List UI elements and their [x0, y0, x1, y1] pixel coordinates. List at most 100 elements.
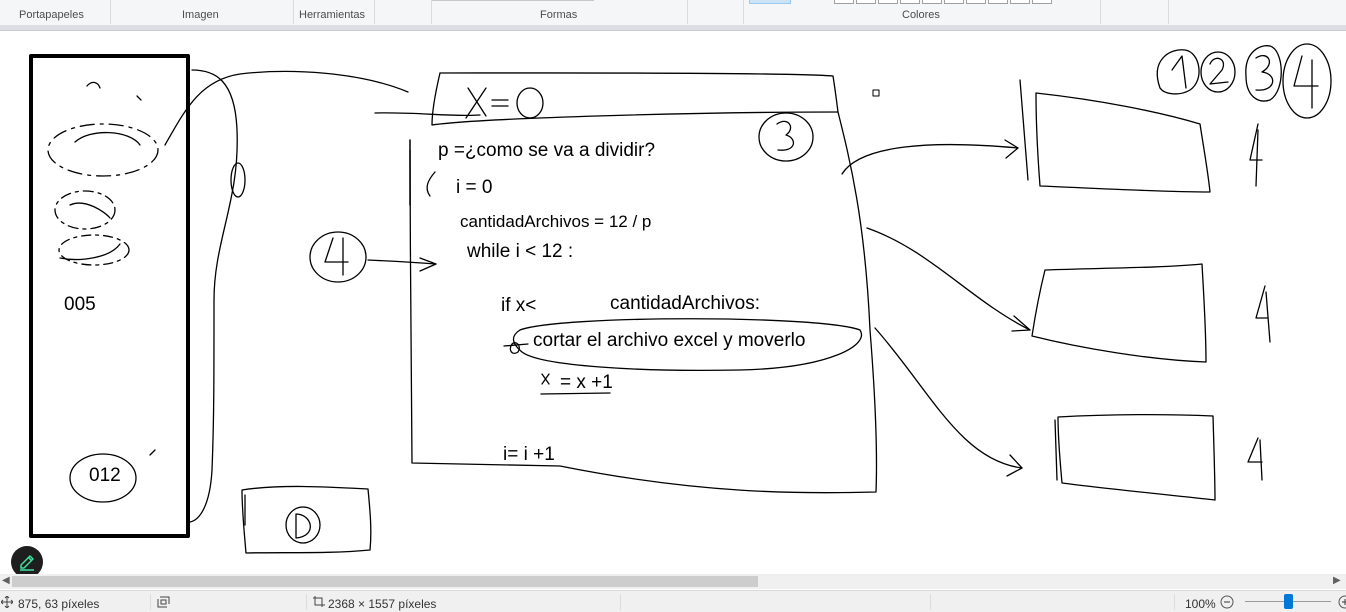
ribbon-divider [431, 0, 432, 24]
circled-number [1245, 45, 1282, 102]
small-square [872, 89, 880, 97]
drawing-canvas[interactable]: 005 012 p =¿como se va a dividir? i = 0 … [0, 31, 1346, 574]
circled-number [758, 112, 814, 162]
status-bar: 875, 63 píxeles 2368 × 1557 píxeles 100% [0, 590, 1346, 612]
color-swatch[interactable] [944, 0, 964, 4]
ribbon-group-shapes[interactable]: Formas [540, 9, 577, 21]
label-012: 012 [89, 465, 121, 486]
scribble [426, 171, 436, 197]
program-box-header [431, 72, 839, 126]
output-box-3 [1057, 413, 1216, 501]
circled-letter [285, 506, 321, 544]
scrollbar-thumb[interactable] [12, 576, 758, 587]
color-swatch[interactable] [834, 0, 854, 4]
scribble [149, 449, 156, 456]
arrow-head [1004, 139, 1019, 159]
color-swatch[interactable] [966, 0, 986, 4]
handwritten-x [465, 87, 487, 119]
handwritten-3 [1255, 55, 1274, 91]
zoom-out-icon[interactable] [1220, 595, 1234, 609]
color-swatch[interactable] [1032, 0, 1052, 4]
status-divider [1174, 594, 1175, 610]
scribble [69, 202, 111, 219]
ribbon: Portapapeles Imagen Herramientas Formas … [0, 0, 1346, 26]
arrow-line [841, 143, 1019, 175]
color-swatch[interactable] [988, 0, 1008, 4]
image-size: 2368 × 1557 píxeles [328, 597, 437, 611]
selected-color-button[interactable] [749, 0, 791, 4]
status-divider [150, 594, 151, 610]
code-line-x-increment: = x +1 [560, 372, 613, 393]
handwritten-4 [1247, 437, 1263, 481]
connector-curve [189, 69, 238, 523]
ribbon-divider [1100, 0, 1101, 24]
handwritten-4 [1255, 285, 1271, 343]
handwritten-equals [491, 99, 509, 107]
output-box-2 [1031, 263, 1207, 363]
shapes-gallery-edge [432, 0, 594, 1]
ribbon-divider [374, 0, 375, 24]
arrow-line [874, 327, 1023, 469]
connector-curve [164, 70, 409, 146]
status-divider [930, 594, 931, 610]
color-swatch[interactable] [856, 0, 876, 4]
connector-line [374, 112, 481, 117]
scroll-left-icon[interactable]: ◀ [2, 575, 10, 586]
code-line-i0: i = 0 [456, 177, 493, 198]
scribble [503, 342, 529, 354]
color-swatch[interactable] [922, 0, 942, 4]
ribbon-divider [293, 0, 294, 24]
code-line-if-condition: cantidadArchivos: [610, 293, 760, 314]
selection-size-icon [157, 596, 170, 608]
scribble-ellipse [54, 190, 116, 230]
handwritten-3 [776, 120, 794, 151]
ribbon-divider [110, 0, 111, 24]
program-box [409, 72, 878, 494]
handwritten-1 [1171, 55, 1187, 89]
image-size-icon [313, 596, 325, 607]
ribbon-group-tools[interactable]: Herramientas [299, 9, 365, 21]
scribble-ellipse [58, 234, 130, 266]
handwritten-4 [1249, 123, 1263, 187]
handwritten-zero [516, 87, 544, 119]
zoom-slider-thumb[interactable] [1284, 594, 1293, 609]
code-line-i-increment: i= i +1 [503, 444, 555, 465]
label-005: 005 [64, 294, 96, 315]
zoom-in-icon[interactable] [1338, 595, 1346, 609]
code-line-p: p =¿como se va a dividir? [438, 140, 656, 161]
ribbon-group-clipboard[interactable]: Portapapeles [19, 9, 84, 21]
ribbon-group-image[interactable]: Imagen [182, 9, 219, 21]
left-box [29, 54, 190, 538]
circled-number [309, 231, 367, 283]
ribbon-divider [1168, 0, 1169, 24]
circled-number [1156, 49, 1200, 95]
status-divider [306, 594, 307, 610]
ribbon-divider [743, 0, 744, 24]
scribble [86, 81, 101, 89]
crossed-x [541, 373, 550, 385]
handwritten-d [295, 513, 311, 539]
horizontal-scrollbar[interactable]: ◀ ▶ [0, 574, 1346, 589]
ribbon-group-colors[interactable]: Colores [902, 9, 940, 21]
color-swatch[interactable] [878, 0, 898, 4]
scribble-ellipse [230, 162, 246, 198]
output-box-1 [1035, 92, 1211, 193]
code-line-while: while i < 12 : [467, 241, 574, 262]
code-line-if: if x< [501, 295, 537, 316]
handwritten-2 [1209, 57, 1229, 85]
color-swatch[interactable] [900, 0, 920, 4]
status-divider [620, 594, 621, 610]
code-line-cantidad: cantidadArchivos = 12 / p [460, 212, 652, 231]
scribble [1019, 79, 1029, 181]
scroll-right-icon[interactable]: ▶ [1333, 575, 1341, 586]
cursor-position-icon [1, 596, 13, 608]
handwritten-4 [324, 237, 349, 276]
zoom-level: 100% [1185, 597, 1216, 611]
scribble [59, 243, 121, 261]
scribble-ellipse [47, 123, 159, 177]
scribble [74, 131, 141, 146]
scribble [1054, 419, 1058, 481]
cursor-position: 875, 63 píxeles [18, 597, 100, 611]
ribbon-divider [687, 0, 688, 24]
color-swatch[interactable] [1010, 0, 1030, 4]
